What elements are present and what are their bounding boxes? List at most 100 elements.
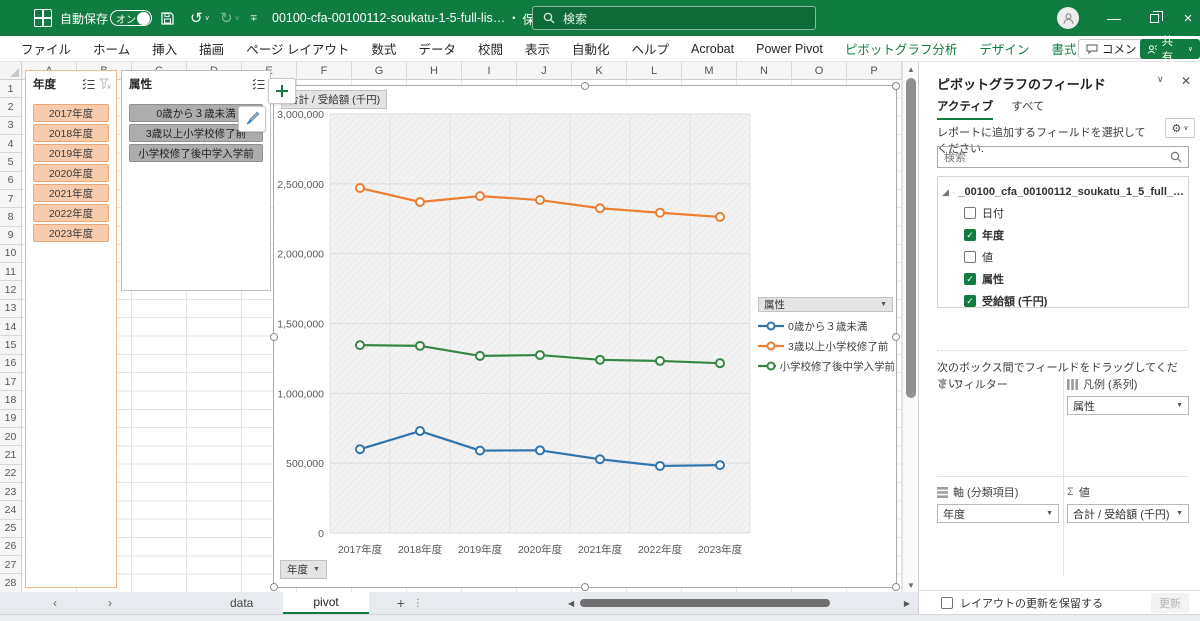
column-header-K[interactable]: K <box>572 62 627 80</box>
tabbar-resize-handle[interactable]: ⋮ <box>413 598 424 609</box>
slicer-item[interactable]: 2022年度 <box>33 204 109 222</box>
row-header-18[interactable]: 18 <box>0 391 22 409</box>
row-header-24[interactable]: 24 <box>0 501 22 519</box>
zone-legend[interactable]: 凡例 (系列) 属性▼ <box>1067 376 1189 418</box>
chart-elements-button[interactable] <box>268 78 296 104</box>
field-row[interactable]: 日付 <box>942 202 1184 224</box>
column-header-H[interactable]: H <box>407 62 462 80</box>
defer-layout-checkbox[interactable] <box>941 597 953 609</box>
horizontal-scrollbar-thumb[interactable] <box>580 599 830 607</box>
column-header-O[interactable]: O <box>792 62 847 80</box>
excel-app-icon[interactable] <box>34 0 52 36</box>
slicer-item[interactable]: 2021年度 <box>33 184 109 202</box>
field-checkbox[interactable]: ✓ <box>964 273 976 285</box>
legend-entry[interactable]: 0歳から３歳未満 <box>758 316 895 336</box>
row-header-10[interactable]: 10 <box>0 245 22 263</box>
row-header-11[interactable]: 11 <box>0 263 22 281</box>
close-button[interactable]: × <box>1168 0 1200 36</box>
row-header-9[interactable]: 9 <box>0 227 22 245</box>
row-header-15[interactable]: 15 <box>0 336 22 354</box>
selection-handle[interactable] <box>892 583 900 591</box>
ribbon-tab-14[interactable]: デザイン <box>968 39 1040 58</box>
zone-field-item[interactable]: 属性▼ <box>1067 396 1189 415</box>
panel-tab-0[interactable]: アクティブ <box>937 98 993 120</box>
row-header-22[interactable]: 22 <box>0 465 22 483</box>
ribbon-tab-11[interactable]: Acrobat <box>680 42 745 56</box>
account-avatar[interactable] <box>1048 0 1088 36</box>
multi-select-icon[interactable] <box>252 78 265 90</box>
zone-field-item[interactable]: 合計 / 受給額 (千円)▼ <box>1067 504 1189 523</box>
row-header-4[interactable]: 4 <box>0 135 22 153</box>
minimize-button[interactable]: — <box>1094 0 1134 36</box>
clear-filter-icon[interactable] <box>99 78 111 90</box>
row-header-27[interactable]: 27 <box>0 556 22 574</box>
zone-values[interactable]: Σ値 合計 / 受給額 (千円)▼ <box>1067 484 1189 526</box>
scroll-up-icon[interactable]: ▲ <box>903 62 919 76</box>
column-header-J[interactable]: J <box>517 62 572 80</box>
field-row[interactable]: ✓属性 <box>942 268 1184 290</box>
vertical-scrollbar[interactable]: ▲ ▼ <box>902 62 918 592</box>
slicer-item[interactable]: 2017年度 <box>33 104 109 122</box>
row-header-16[interactable]: 16 <box>0 355 22 373</box>
field-checkbox[interactable] <box>964 207 976 219</box>
column-header-L[interactable]: L <box>627 62 682 80</box>
ribbon-tab-4[interactable]: ページ レイアウト <box>235 39 360 58</box>
zone-field-item[interactable]: 年度▼ <box>937 504 1059 523</box>
row-header-28[interactable]: 28 <box>0 574 22 592</box>
zone-axis[interactable]: 軸 (分類項目) 年度▼ <box>937 484 1059 526</box>
field-row[interactable]: ✓年度 <box>942 224 1184 246</box>
panel-close-icon[interactable]: ✕ <box>1181 74 1191 88</box>
autosave-toggle[interactable]: オン <box>110 0 152 36</box>
row-header-2[interactable]: 2 <box>0 98 22 116</box>
row-header-6[interactable]: 6 <box>0 172 22 190</box>
row-header-14[interactable]: 14 <box>0 318 22 336</box>
select-all-corner[interactable] <box>0 62 22 80</box>
scroll-down-icon[interactable]: ▼ <box>903 578 919 592</box>
slicer-item[interactable]: 2020年度 <box>33 164 109 182</box>
selection-handle[interactable] <box>270 583 278 591</box>
column-header-F[interactable]: F <box>297 62 352 80</box>
row-header-26[interactable]: 26 <box>0 538 22 556</box>
ribbon-tab-6[interactable]: データ <box>407 39 467 58</box>
row-header-8[interactable]: 8 <box>0 208 22 226</box>
share-button[interactable]: 共有 ∨ <box>1140 39 1200 59</box>
column-header-N[interactable]: N <box>737 62 792 80</box>
ribbon-tab-12[interactable]: Power Pivot <box>745 42 834 56</box>
axis-field-button[interactable]: 年度▼ <box>280 560 327 579</box>
vertical-scrollbar-thumb[interactable] <box>906 78 916 398</box>
column-header-G[interactable]: G <box>352 62 407 80</box>
undo-button[interactable]: ↺∨ <box>190 0 210 36</box>
row-header-25[interactable]: 25 <box>0 520 22 538</box>
value-field-button[interactable]: 合計 / 受給額 (千円) <box>281 90 387 109</box>
row-header-19[interactable]: 19 <box>0 410 22 428</box>
field-checkbox[interactable]: ✓ <box>964 229 976 241</box>
pivot-chart[interactable]: 0500,0001,000,0001,500,0002,000,0002,500… <box>273 85 897 588</box>
ribbon-tab-5[interactable]: 数式 <box>360 39 407 58</box>
selection-handle[interactable] <box>581 82 589 90</box>
redo-button[interactable]: ↻∨ <box>220 0 240 36</box>
row-header-21[interactable]: 21 <box>0 446 22 464</box>
slicer-item[interactable]: 2018年度 <box>33 124 109 142</box>
table-row[interactable]: ◢ _00100_cfa_00100112_soukatu_1_5_full_… <box>942 182 1184 202</box>
selection-handle[interactable] <box>581 583 589 591</box>
chart-styles-button[interactable] <box>238 106 266 132</box>
column-header-P[interactable]: P <box>847 62 902 80</box>
row-header-13[interactable]: 13 <box>0 300 22 318</box>
field-row[interactable]: 値 <box>942 246 1184 268</box>
ribbon-tab-8[interactable]: 表示 <box>514 39 561 58</box>
row-header-7[interactable]: 7 <box>0 190 22 208</box>
next-sheet-icon[interactable]: › <box>95 596 125 610</box>
field-checkbox[interactable] <box>964 251 976 263</box>
selection-handle[interactable] <box>892 333 900 341</box>
ribbon-tab-0[interactable]: ファイル <box>10 39 82 58</box>
search-input[interactable]: 検索 <box>532 6 816 30</box>
panel-collapse-icon[interactable]: ∨ <box>1157 74 1164 85</box>
prev-sheet-icon[interactable]: ‹ <box>40 596 70 610</box>
row-header-1[interactable]: 1 <box>0 80 22 98</box>
slicer-item[interactable]: 2019年度 <box>33 144 109 162</box>
ribbon-tab-7[interactable]: 校閲 <box>467 39 514 58</box>
legend-entry[interactable]: 小学校修了後中学入学前 <box>758 356 895 376</box>
save-icon[interactable] <box>160 0 175 36</box>
panel-tab-1[interactable]: すべて <box>1011 98 1044 120</box>
legend-field-button[interactable]: 属性▼ <box>758 297 893 312</box>
